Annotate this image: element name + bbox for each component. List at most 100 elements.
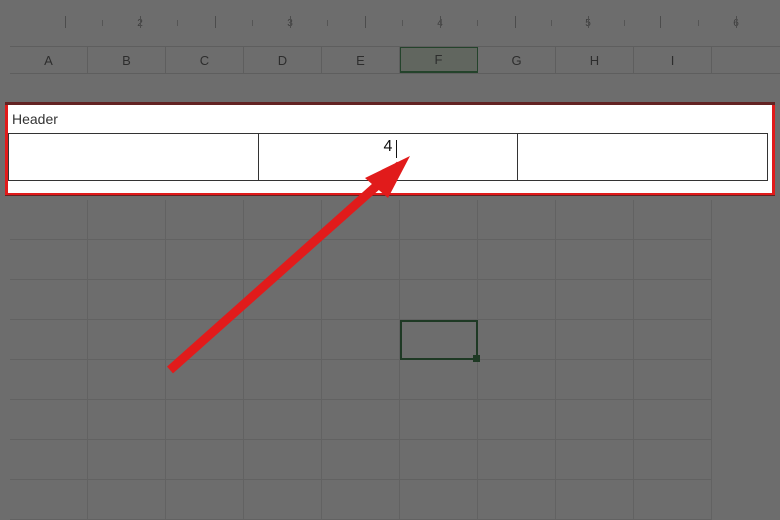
cell[interactable]	[478, 320, 556, 360]
grid-row	[10, 320, 770, 360]
column-header-c[interactable]: C	[166, 47, 244, 73]
grid-row	[10, 440, 770, 480]
cell[interactable]	[244, 480, 322, 520]
cell[interactable]	[400, 280, 478, 320]
cell[interactable]	[634, 320, 712, 360]
cell[interactable]	[556, 480, 634, 520]
cell[interactable]	[634, 200, 712, 240]
cell[interactable]	[400, 440, 478, 480]
header-regions: 4	[8, 133, 768, 181]
column-header-d[interactable]: D	[244, 47, 322, 73]
cell[interactable]	[400, 480, 478, 520]
cell[interactable]	[322, 480, 400, 520]
cell[interactable]	[556, 200, 634, 240]
cell[interactable]	[556, 400, 634, 440]
cell[interactable]	[88, 400, 166, 440]
cell[interactable]	[322, 280, 400, 320]
cell[interactable]	[244, 360, 322, 400]
cell[interactable]	[634, 280, 712, 320]
cell[interactable]	[166, 280, 244, 320]
selected-cell[interactable]	[400, 320, 478, 360]
cell[interactable]	[244, 440, 322, 480]
cell[interactable]	[166, 480, 244, 520]
grid-row	[10, 200, 770, 240]
cell[interactable]	[88, 480, 166, 520]
cell[interactable]	[322, 320, 400, 360]
cell[interactable]	[478, 240, 556, 280]
page: 2 3 4 5 6 A B C D E F G H I	[0, 0, 780, 520]
grid-row	[10, 480, 770, 520]
cell[interactable]	[10, 280, 88, 320]
cell[interactable]	[400, 240, 478, 280]
header-center-value: 4	[384, 138, 393, 156]
cell[interactable]	[634, 360, 712, 400]
cell[interactable]	[244, 280, 322, 320]
cell[interactable]	[88, 280, 166, 320]
cell[interactable]	[244, 200, 322, 240]
cell[interactable]	[478, 480, 556, 520]
cell[interactable]	[244, 400, 322, 440]
column-header-g[interactable]: G	[478, 47, 556, 73]
header-center-region[interactable]: 4	[258, 134, 518, 180]
cell[interactable]	[634, 400, 712, 440]
cell[interactable]	[166, 200, 244, 240]
grid-row	[10, 240, 770, 280]
cell[interactable]	[88, 360, 166, 400]
cell[interactable]	[10, 240, 88, 280]
cell[interactable]	[634, 480, 712, 520]
cell[interactable]	[244, 240, 322, 280]
cell[interactable]	[166, 240, 244, 280]
cell[interactable]	[10, 440, 88, 480]
cell[interactable]	[556, 360, 634, 400]
header-left-region[interactable]	[9, 134, 258, 180]
cell[interactable]	[478, 280, 556, 320]
cell[interactable]	[88, 240, 166, 280]
grid-row	[10, 280, 770, 320]
cell[interactable]	[244, 320, 322, 360]
column-header-e[interactable]: E	[322, 47, 400, 73]
cell[interactable]	[556, 240, 634, 280]
header-right-region[interactable]	[518, 134, 767, 180]
cell[interactable]	[88, 200, 166, 240]
cell[interactable]	[556, 280, 634, 320]
cell[interactable]	[10, 480, 88, 520]
cell[interactable]	[478, 440, 556, 480]
spreadsheet-grid[interactable]	[10, 200, 770, 520]
cell[interactable]	[166, 400, 244, 440]
cell[interactable]	[634, 440, 712, 480]
cell[interactable]	[322, 440, 400, 480]
column-header-i[interactable]: I	[634, 47, 712, 73]
cell[interactable]	[634, 240, 712, 280]
cell[interactable]	[322, 240, 400, 280]
header-editor-label: Header	[8, 107, 772, 133]
column-header-h[interactable]: H	[556, 47, 634, 73]
cell[interactable]	[556, 440, 634, 480]
cell[interactable]	[10, 360, 88, 400]
cell[interactable]	[166, 360, 244, 400]
cell[interactable]	[10, 200, 88, 240]
column-header-b[interactable]: B	[88, 47, 166, 73]
cell[interactable]	[322, 360, 400, 400]
cell[interactable]	[400, 200, 478, 240]
cell[interactable]	[478, 200, 556, 240]
cell[interactable]	[10, 400, 88, 440]
header-editor-panel: Header 4	[8, 105, 772, 193]
text-caret	[396, 140, 397, 158]
column-header-f[interactable]: F	[400, 47, 478, 73]
grid-row	[10, 400, 770, 440]
cell[interactable]	[88, 320, 166, 360]
cell[interactable]	[166, 440, 244, 480]
cell[interactable]	[556, 320, 634, 360]
grid-row	[10, 360, 770, 400]
cell[interactable]	[400, 400, 478, 440]
cell[interactable]	[10, 320, 88, 360]
cell[interactable]	[88, 440, 166, 480]
cell[interactable]	[478, 400, 556, 440]
column-header-a[interactable]: A	[10, 47, 88, 73]
cell[interactable]	[166, 320, 244, 360]
cell[interactable]	[322, 200, 400, 240]
column-headers: A B C D E F G H I	[10, 46, 780, 74]
cell[interactable]	[478, 360, 556, 400]
cell[interactable]	[322, 400, 400, 440]
cell[interactable]	[400, 360, 478, 400]
